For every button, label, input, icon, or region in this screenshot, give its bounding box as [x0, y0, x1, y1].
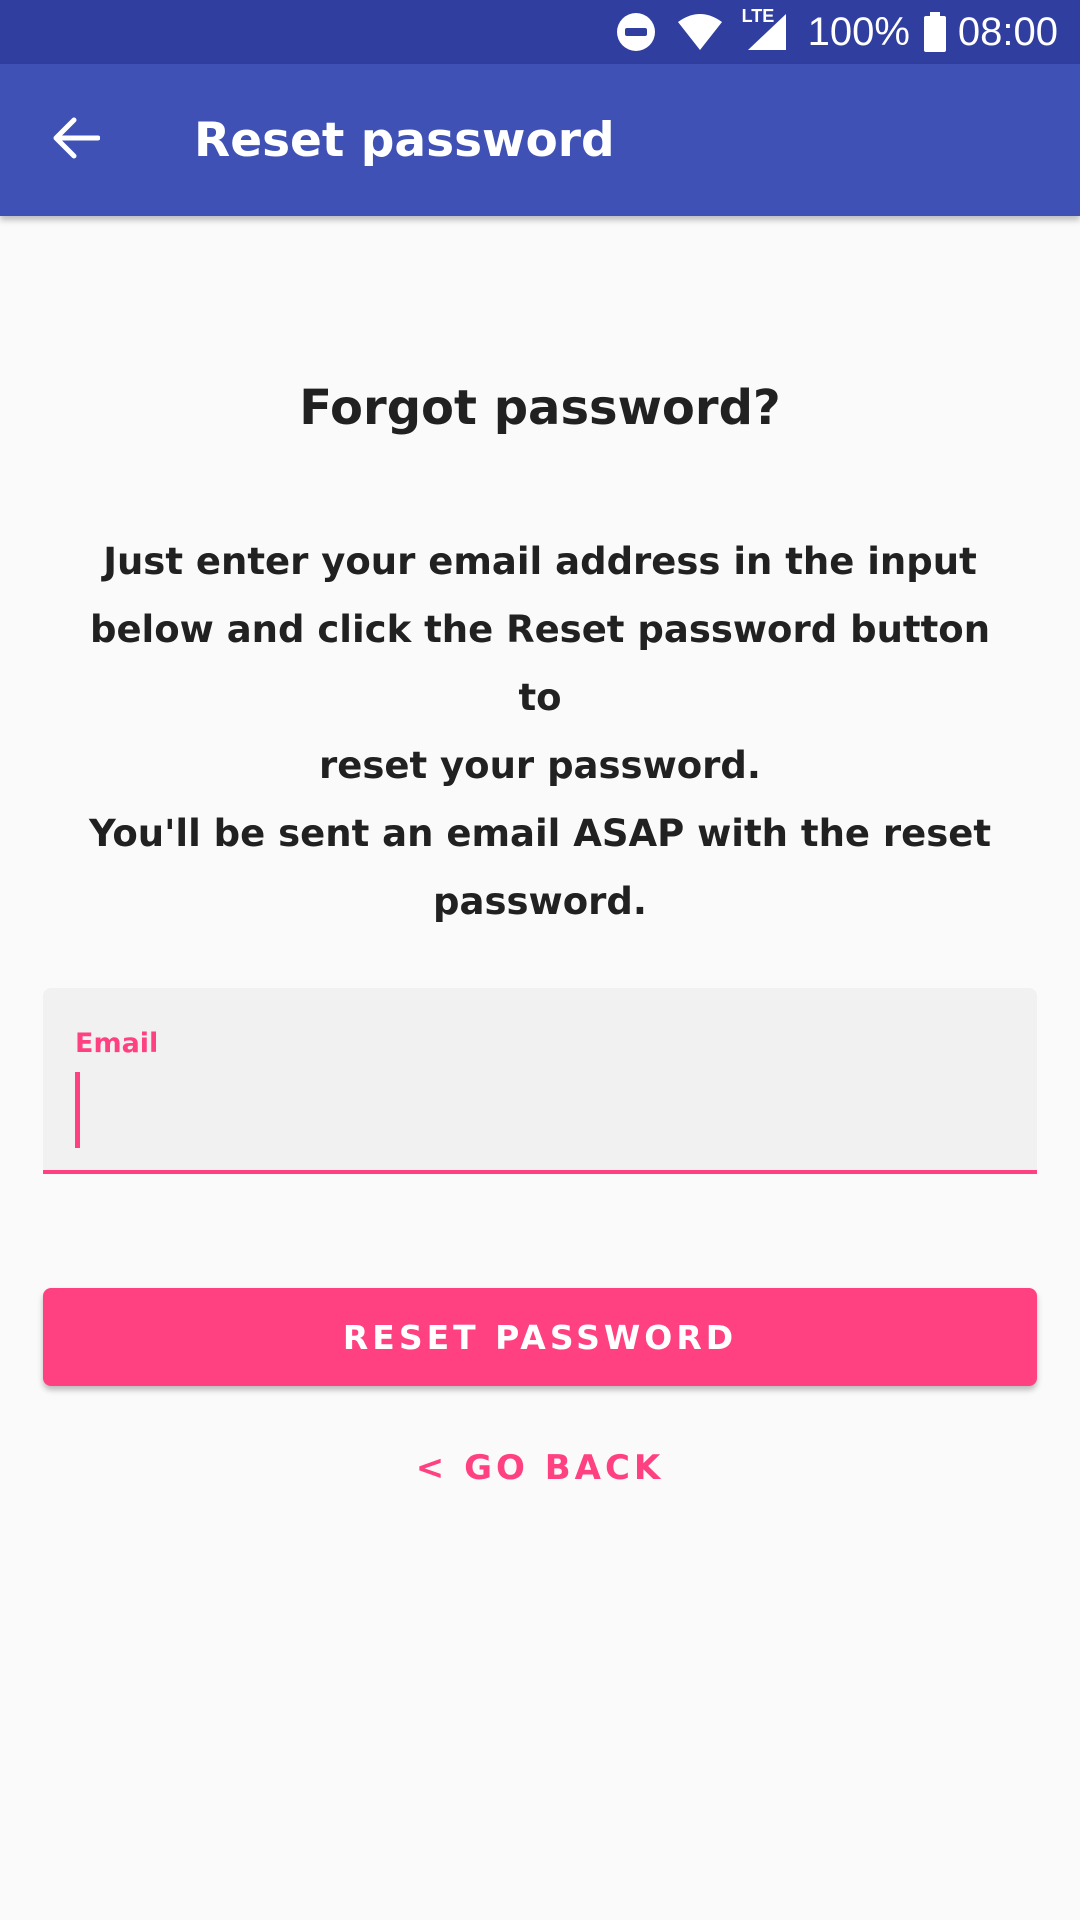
- text-cursor: [75, 1072, 80, 1148]
- heading: Forgot password?: [299, 380, 781, 436]
- description-line: password.: [433, 880, 647, 923]
- description-line: Just enter your email address in the inp…: [103, 540, 977, 583]
- description-line: below and click the Reset password butto…: [89, 608, 991, 719]
- page-title: Reset password: [194, 112, 615, 168]
- back-button[interactable]: [16, 64, 136, 216]
- description: Just enter your email address in the inp…: [80, 528, 1000, 936]
- description-line: You'll be sent an email ASAP with the re…: [88, 812, 992, 855]
- reset-password-button[interactable]: RESET PASSWORD: [43, 1288, 1037, 1386]
- do-not-disturb-icon: [616, 12, 656, 52]
- lte-label: LTE: [741, 6, 775, 26]
- description-line: reset your password.: [319, 744, 761, 787]
- status-bar: LTE 100% 08:00: [0, 0, 1080, 64]
- go-back-link[interactable]: < GO BACK: [0, 1448, 1080, 1488]
- email-field[interactable]: Email: [43, 988, 1037, 1174]
- wifi-icon: [676, 12, 724, 52]
- battery-percent: 100%: [807, 9, 910, 54]
- lte-signal-icon: LTE: [742, 6, 788, 52]
- arrow-left-icon: [52, 116, 101, 164]
- battery-icon: [923, 12, 946, 52]
- app-bar: Reset password: [0, 64, 1080, 216]
- email-input[interactable]: [75, 1068, 1005, 1148]
- email-label: Email: [75, 1028, 159, 1059]
- status-time: 08:00: [957, 9, 1058, 54]
